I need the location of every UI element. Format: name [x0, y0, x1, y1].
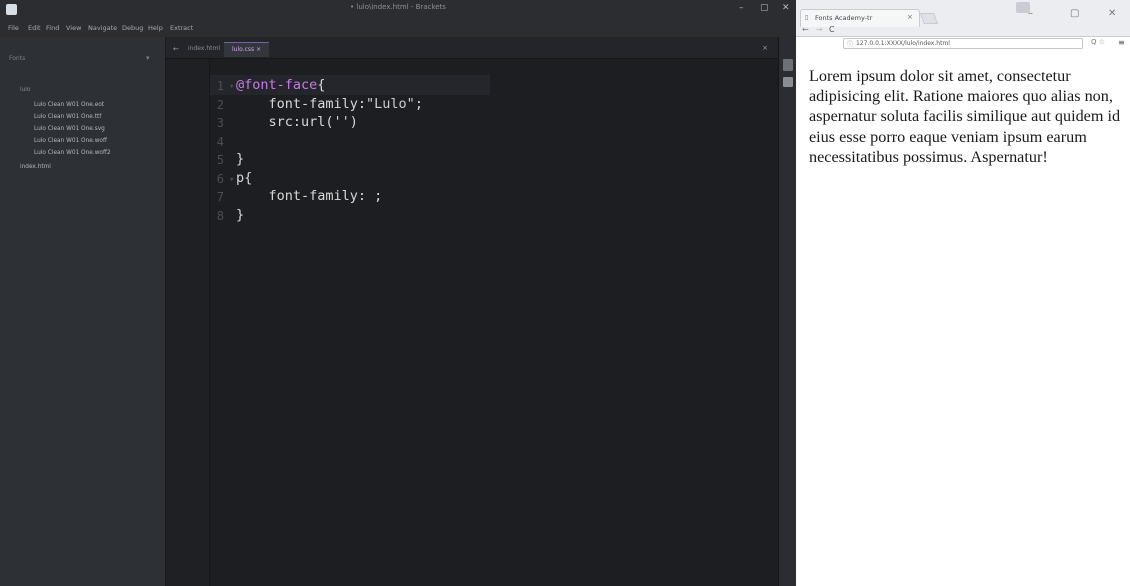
browser-tab-title: Fonts Academy-tr [815, 14, 873, 22]
menu-debug[interactable]: Debug [122, 24, 143, 32]
tree-file[interactable]: Lulo Clean W01 One.woff [34, 138, 107, 144]
menu-find[interactable]: Find [46, 24, 59, 32]
menu-file[interactable]: File [8, 24, 19, 32]
editor-window: • lulo\index.html - Brackets – ▢ ✕ File … [0, 0, 796, 586]
tree-file[interactable]: Lulo Clean W01 One.svg [34, 126, 105, 132]
fold-toggle-icon[interactable]: ▾ [229, 175, 234, 185]
browser-window: ▯ Fonts Academy-tr × – ▢ ✕ ← → C ⓘ 127.0… [796, 0, 1130, 586]
back-arrow-icon[interactable]: ← [802, 25, 809, 34]
tree-file[interactable]: Lulo Clean W01 One.ttf [34, 114, 101, 120]
code-line[interactable]: font-family: ; [236, 188, 383, 204]
right-toolbar [778, 37, 796, 586]
minimize-icon[interactable]: – [739, 3, 744, 13]
code-token: "Lulo" [366, 95, 415, 112]
editor-tabbar: ← index.html lulo.css × × [166, 37, 778, 59]
code-token: { [317, 77, 326, 93]
menu-help[interactable]: Help [148, 24, 163, 32]
close-tab-icon[interactable]: × [907, 13, 913, 21]
code-line[interactable]: p{ [236, 170, 252, 186]
editor-menubar: File Edit Find View Navigate Debug Help … [0, 19, 796, 37]
tab-lulo-css[interactable]: lulo.css × [224, 42, 270, 57]
live-preview-icon[interactable] [783, 59, 793, 71]
address-bar[interactable]: ⓘ 127.0.0.1:XXXX/lulo/index.html [843, 38, 1083, 49]
close-icon[interactable]: ✕ [782, 3, 790, 13]
editor-window-title: • lulo\index.html - Brackets [350, 3, 446, 11]
tab-index-html[interactable]: index.html [188, 45, 220, 52]
file-tree-sidebar: Fonts ▾ lulo Lulo Clean W01 One.eot Lulo… [0, 37, 166, 586]
project-name[interactable]: Fonts [9, 55, 25, 62]
code-token: } [236, 206, 245, 223]
code-token: } [236, 151, 245, 167]
maximize-icon[interactable]: ▢ [760, 3, 769, 13]
line-number: 4 [216, 134, 224, 149]
fold-toggle-icon[interactable]: ▾ [229, 82, 234, 92]
editor-titlebar: • lulo\index.html - Brackets – ▢ ✕ [0, 0, 796, 19]
line-number: 5 [216, 153, 224, 167]
page-favicon-icon: ▯ [805, 14, 809, 21]
forward-arrow-icon[interactable]: → [816, 25, 823, 34]
line-number: 7 [216, 190, 224, 204]
reload-icon[interactable]: C [829, 25, 835, 34]
code-token: @font-face [236, 77, 318, 93]
code-line[interactable]: src:url('') [236, 114, 358, 130]
minimize-icon[interactable]: – [1028, 8, 1033, 19]
line-number: 6 [216, 171, 224, 186]
code-token: src:url('') [236, 114, 358, 130]
close-icon[interactable]: × [762, 44, 768, 52]
line-number: 2 [216, 97, 224, 112]
menu-navigate[interactable]: Navigate [88, 24, 117, 32]
line-number: 3 [216, 116, 224, 130]
back-arrow-icon[interactable]: ← [173, 45, 179, 53]
code-line[interactable]: @font-face{ [236, 77, 325, 93]
menu-icon[interactable]: ≡ [1118, 38, 1125, 47]
close-icon[interactable]: ✕ [1108, 8, 1116, 19]
address-text[interactable]: 127.0.0.1:XXXX/lulo/index.html [856, 40, 950, 47]
code-editor[interactable]: 1 ▾ @font-face{2 font-family:"Lulo"; 3 src:… [166, 59, 778, 586]
code-token: p{ [236, 169, 253, 186]
menu-extract[interactable]: Extract [170, 24, 193, 32]
menu-view[interactable]: View [66, 24, 81, 32]
zoom-bookmark-icons[interactable]: Q ☆ [1091, 38, 1105, 46]
chevron-down-icon[interactable]: ▾ [146, 54, 150, 62]
code-token: font-family: [236, 95, 367, 112]
tree-file-index[interactable]: index.html [20, 164, 51, 170]
code-token: ; [414, 95, 423, 112]
browser-tabstrip: ▯ Fonts Academy-tr × – ▢ ✕ [796, 0, 1130, 37]
tree-file[interactable]: Lulo Clean W01 One.woff2 [34, 150, 111, 156]
code-token: font-family: ; [236, 188, 383, 204]
code-line[interactable]: font-family:"Lulo"; [236, 96, 423, 112]
new-tab-button[interactable] [919, 13, 939, 24]
line-number: 1 [216, 79, 224, 93]
menu-edit[interactable]: Edit [28, 24, 41, 32]
code-line[interactable]: } [236, 207, 244, 223]
tree-folder-lulo[interactable]: lulo [20, 87, 30, 93]
page-info-icon[interactable]: ⓘ [847, 39, 853, 48]
maximize-icon[interactable]: ▢ [1070, 8, 1079, 19]
line-number: 8 [216, 208, 224, 223]
code-line[interactable]: } [236, 151, 244, 167]
extension-manager-icon[interactable] [783, 77, 793, 87]
tree-file[interactable]: Lulo Clean W01 One.eot [34, 102, 104, 108]
page-content: Lorem ipsum dolor sit amet, consectetur … [796, 52, 1130, 586]
lorem-paragraph: Lorem ipsum dolor sit amet, consectetur … [809, 67, 1121, 166]
